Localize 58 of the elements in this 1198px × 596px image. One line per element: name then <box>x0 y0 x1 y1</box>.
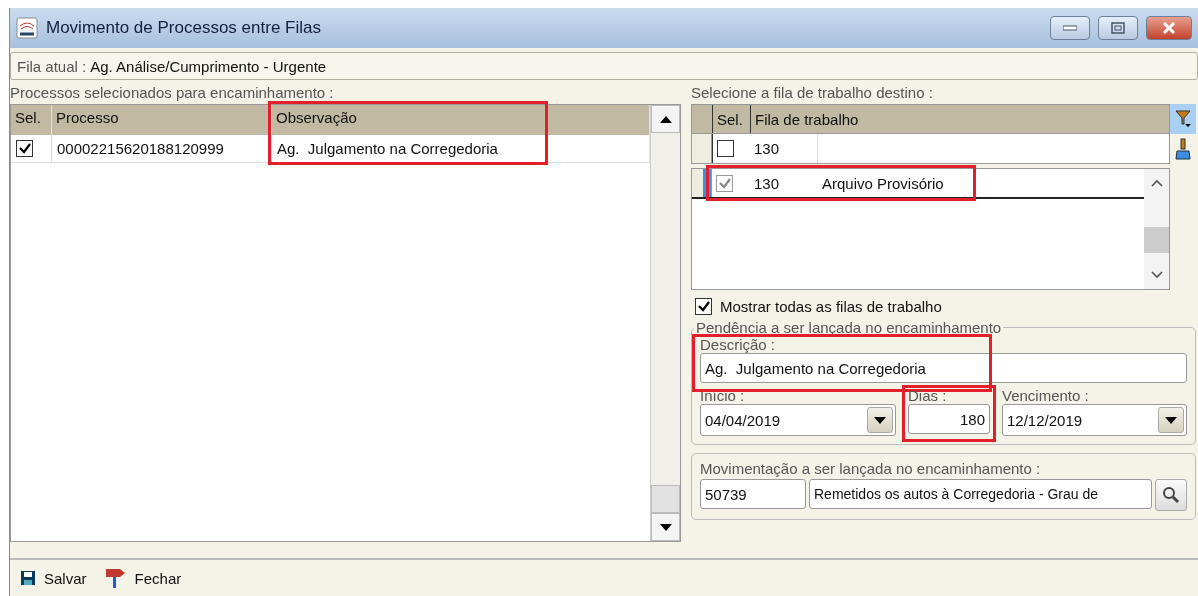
filter-icon <box>1175 109 1191 129</box>
scrollbar[interactable] <box>650 105 680 541</box>
column-header: Sel. <box>712 105 750 133</box>
code-field[interactable]: 50739 <box>700 479 806 509</box>
search-button[interactable] <box>1155 479 1187 511</box>
caret-down-icon <box>874 416 886 424</box>
dropdown-button[interactable] <box>867 407 893 433</box>
show-all-checkbox-row[interactable]: Mostrar todas as filas de trabalho <box>695 298 1196 315</box>
field-label: Descrição : <box>700 336 777 353</box>
column-header: Sel. <box>11 105 52 135</box>
scroll-down-icon <box>659 523 672 531</box>
column-header: Fila de trabalho <box>750 105 1169 133</box>
broom-icon <box>1175 138 1191 160</box>
window-title: Movimento de Processos entre Filas <box>46 18 322 38</box>
save-button[interactable]: Salvar <box>20 569 87 587</box>
close-button[interactable] <box>1146 16 1192 40</box>
table-cell-text: Arquivo Provisório <box>821 173 945 194</box>
show-all-label: Mostrar todas as filas de trabalho <box>720 298 942 315</box>
scroll-thumb[interactable] <box>651 485 680 513</box>
date-field[interactable]: 12/12/2019 <box>1002 404 1187 436</box>
close-icon <box>1162 22 1176 34</box>
field-label: Dias : <box>908 387 948 404</box>
minimize-button[interactable] <box>1050 16 1090 40</box>
signpost-icon <box>104 567 127 589</box>
checkbox[interactable] <box>16 140 33 157</box>
scrollbar[interactable] <box>1144 169 1169 289</box>
search-icon <box>1162 486 1180 504</box>
group-legend: Movimentação a ser lançada no encaminhamento : <box>700 460 1187 477</box>
checkbox[interactable] <box>695 298 712 315</box>
column-header: Processo <box>52 105 272 135</box>
scroll-thumb[interactable] <box>1144 227 1169 253</box>
days-field[interactable]: 180 <box>908 404 990 434</box>
scroll-up-icon <box>659 115 672 123</box>
field-label: Vencimento : <box>1002 387 1090 404</box>
maximize-icon <box>1111 22 1125 34</box>
chevron-down-icon <box>1150 271 1163 279</box>
group-legend: Pendência a ser lançada no encaminhamento <box>694 319 1004 336</box>
current-queue-label: Fila atual : <box>17 57 87 75</box>
chevron-up-icon <box>1150 179 1163 187</box>
filter-button[interactable] <box>1170 104 1196 134</box>
destination-caption: Selecione a fila de trabalho destino : <box>691 84 934 103</box>
dropdown-button[interactable] <box>1158 407 1184 433</box>
description-field[interactable]: Ag. Julgamento na Corregedoria <box>700 353 1187 383</box>
table-cell: 00002215620188120999 <box>52 135 272 163</box>
caret-down-icon <box>1165 416 1177 424</box>
maximize-button[interactable] <box>1098 16 1138 40</box>
minimize-icon <box>1063 25 1077 31</box>
table-cell-text: 130 <box>753 173 781 194</box>
date-field[interactable]: 04/04/2019 <box>700 404 896 436</box>
close-button[interactable]: Fechar <box>104 567 182 589</box>
field-label: Início : <box>700 387 746 404</box>
checkbox[interactable] <box>717 140 734 157</box>
processes-caption: Processos selecionados para encaminhamento : <box>10 84 335 103</box>
checkbox[interactable] <box>716 174 733 192</box>
app-logo-icon <box>16 17 38 39</box>
current-queue-value: Ag. Análise/Cumprimento - Urgente <box>90 57 327 75</box>
filter-cell[interactable]: 130 <box>750 134 818 163</box>
movement-field[interactable]: Remetidos os autos à Corregedoria - Grau de <box>809 479 1152 509</box>
